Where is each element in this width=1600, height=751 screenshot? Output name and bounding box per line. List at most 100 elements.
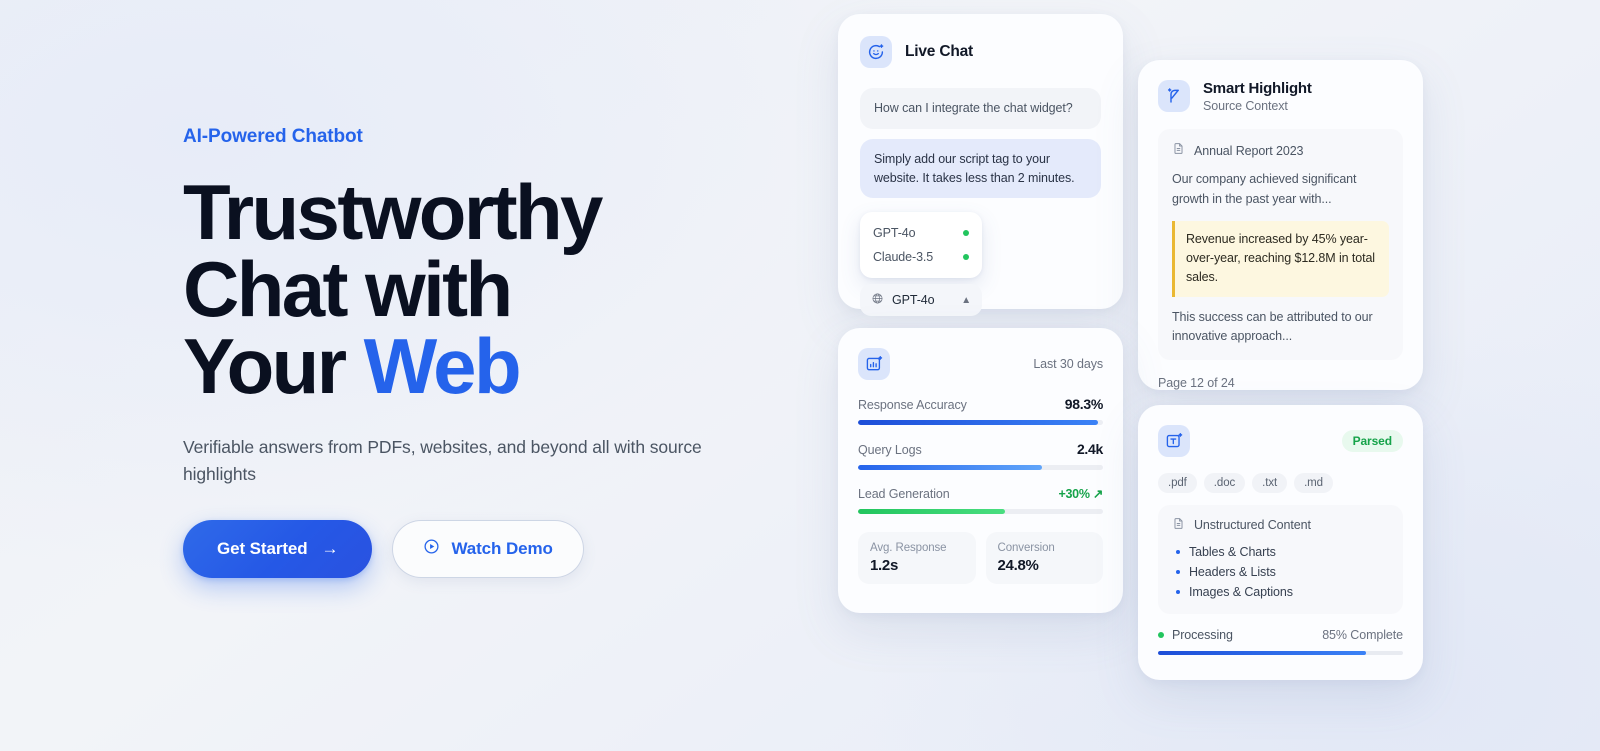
kpi-row: Avg. Response 1.2s Conversion 24.8% <box>858 532 1103 584</box>
kpi-value: 24.8% <box>997 557 1039 574</box>
chevron-up-icon: ▲ <box>961 294 971 306</box>
document-icon <box>1172 517 1185 533</box>
highlighted-excerpt: Revenue increased by 45% year-over-year,… <box>1172 220 1389 297</box>
bullet-icon <box>1176 550 1180 554</box>
analytics-header: Last 30 days <box>858 348 1103 380</box>
unstructured-content-header: Unstructured Content <box>1172 517 1389 533</box>
bullet-icon <box>1176 590 1180 594</box>
metric-progress-fill <box>858 420 1099 425</box>
parsing-header: Parsed <box>1158 425 1403 457</box>
metric-label: Response Accuracy <box>858 398 967 412</box>
metric-label: Lead Generation <box>858 487 950 501</box>
file-type-chip[interactable]: .md <box>1294 473 1333 493</box>
hero-cta-row: Get Started → Watch Demo <box>183 519 803 578</box>
metric-progress-fill <box>858 465 1042 470</box>
file-type-chips: .pdf .doc .txt .md <box>1158 473 1403 493</box>
hero-section: AI-Powered Chatbot Trustworthy Chat with… <box>183 126 803 578</box>
metric-progress-track <box>858 465 1103 470</box>
metric-value: 2.4k <box>1076 441 1103 457</box>
smart-highlight-subtitle: Source Context <box>1203 99 1288 113</box>
kpi-conversion: Conversion 24.8% <box>985 532 1103 584</box>
list-item-label: Tables & Charts <box>1189 545 1276 559</box>
metric-value: 98.3% <box>1064 396 1104 412</box>
list-item-label: Headers & Lists <box>1189 565 1276 579</box>
metric-response-accuracy: Response Accuracy 98.3% <box>858 396 1103 425</box>
page-indicator: Page 12 of 24 <box>1158 376 1235 391</box>
get-started-button[interactable]: Get Started → <box>183 519 373 578</box>
file-type-chip[interactable]: .doc <box>1203 473 1246 493</box>
model-option[interactable]: Claude-3.5 <box>860 245 982 269</box>
status-dot-icon <box>963 254 969 261</box>
arrow-right-icon: → <box>321 539 339 559</box>
highlighter-sparkle-icon <box>1158 80 1190 112</box>
file-type-chip[interactable]: .txt <box>1252 473 1288 493</box>
chart-sparkle-icon <box>858 348 890 380</box>
text-extract-sparkle-icon <box>1158 425 1190 457</box>
source-document-name: Annual Report 2023 <box>1194 144 1304 158</box>
headline-line-2: Chat with <box>183 245 513 334</box>
status-dot-icon <box>1158 632 1164 638</box>
selected-model-label: GPT-4o <box>892 293 935 308</box>
source-document-row[interactable]: Annual Report 2023 <box>1172 142 1389 160</box>
context-before-text: Our company achieved significant growth … <box>1172 172 1357 206</box>
watch-demo-button[interactable]: Watch Demo <box>392 519 584 578</box>
openai-logo-icon <box>871 292 884 308</box>
list-item: Images & Captions <box>1172 582 1389 602</box>
unstructured-content-title: Unstructured Content <box>1194 518 1311 532</box>
list-item: Tables & Charts <box>1172 542 1389 562</box>
status-badge: Parsed <box>1341 430 1403 452</box>
model-selector-button[interactable]: GPT-4o ▲ <box>860 284 982 317</box>
play-circle-icon <box>423 538 440 560</box>
chat-question-bubble: How can I integrate the chat widget? <box>860 88 1101 129</box>
analytics-period: Last 30 days <box>1033 357 1103 371</box>
hero-subhead: Verifiable answers from PDFs, websites, … <box>183 436 702 484</box>
document-icon <box>1172 142 1185 160</box>
live-chat-title: Live Chat <box>905 43 973 60</box>
list-item: Headers & Lists <box>1172 562 1389 582</box>
file-type-chip[interactable]: .pdf <box>1158 473 1197 493</box>
chat-answer-bubble: Simply add our script tag to your websit… <box>860 138 1101 199</box>
processing-progress-fill <box>1158 651 1367 655</box>
metric-value: +30% ↗ <box>1058 487 1104 501</box>
status-dot-icon <box>963 230 969 237</box>
smart-highlight-header: Smart Highlight Source Context <box>1158 80 1403 113</box>
hero-eyebrow: AI-Powered Chatbot <box>183 126 363 147</box>
model-option-label: Claude-3.5 <box>873 250 934 265</box>
list-item-label: Images & Captions <box>1189 585 1293 599</box>
processing-progress-track <box>1158 651 1403 655</box>
model-option[interactable]: GPT-4o <box>860 221 982 245</box>
bullet-icon <box>1176 570 1180 574</box>
smart-highlight-titles: Smart Highlight Source Context <box>1203 80 1312 113</box>
document-parsing-card: Parsed .pdf .doc .txt .md Unstructured C… <box>1138 405 1423 680</box>
processing-status: Processing <box>1158 628 1233 642</box>
metric-query-logs: Query Logs 2.4k <box>858 441 1103 470</box>
smart-highlight-body: Annual Report 2023 Our company achieved … <box>1158 129 1403 361</box>
processing-label: Processing <box>1172 628 1233 642</box>
metric-lead-generation: Lead Generation +30% ↗ <box>858 486 1103 514</box>
model-dropdown-menu[interactable]: GPT-4o Claude-3.5 <box>860 212 982 279</box>
analytics-card: Last 30 days Response Accuracy 98.3% Que… <box>838 328 1123 613</box>
context-after-text: This success can be attributed to our in… <box>1172 309 1373 344</box>
page-root: AI-Powered Chatbot Trustworthy Chat with… <box>0 0 1600 751</box>
live-chat-card: Live Chat How can I integrate the chat w… <box>838 14 1123 317</box>
unstructured-content-panel: Unstructured Content Tables & Charts Hea… <box>1158 505 1403 614</box>
kpi-label: Conversion <box>997 542 1055 554</box>
metric-progress-track <box>858 420 1103 425</box>
page-title: Trustworthy Chat with Your Web <box>183 168 803 406</box>
processing-percent: 85% Complete <box>1322 628 1403 642</box>
metric-label: Query Logs <box>858 443 922 457</box>
watch-demo-label: Watch Demo <box>451 538 553 558</box>
metric-progress-fill <box>858 509 1005 514</box>
smart-highlight-title: Smart Highlight <box>1203 80 1312 97</box>
metric-progress-track <box>858 509 1103 514</box>
model-option-label: GPT-4o <box>873 226 916 241</box>
headline-line-3: Your Web <box>183 327 803 405</box>
kpi-value: 1.2s <box>870 557 898 574</box>
kpi-avg-response: Avg. Response 1.2s <box>858 532 976 584</box>
get-started-label: Get Started <box>217 538 308 558</box>
kpi-label: Avg. Response <box>870 542 947 554</box>
headline-plain: Your <box>183 322 364 411</box>
live-chat-header: Live Chat <box>860 36 1101 68</box>
processing-status-row: Processing 85% Complete <box>1158 628 1403 642</box>
headline-line-1: Trustworthy <box>183 168 603 256</box>
